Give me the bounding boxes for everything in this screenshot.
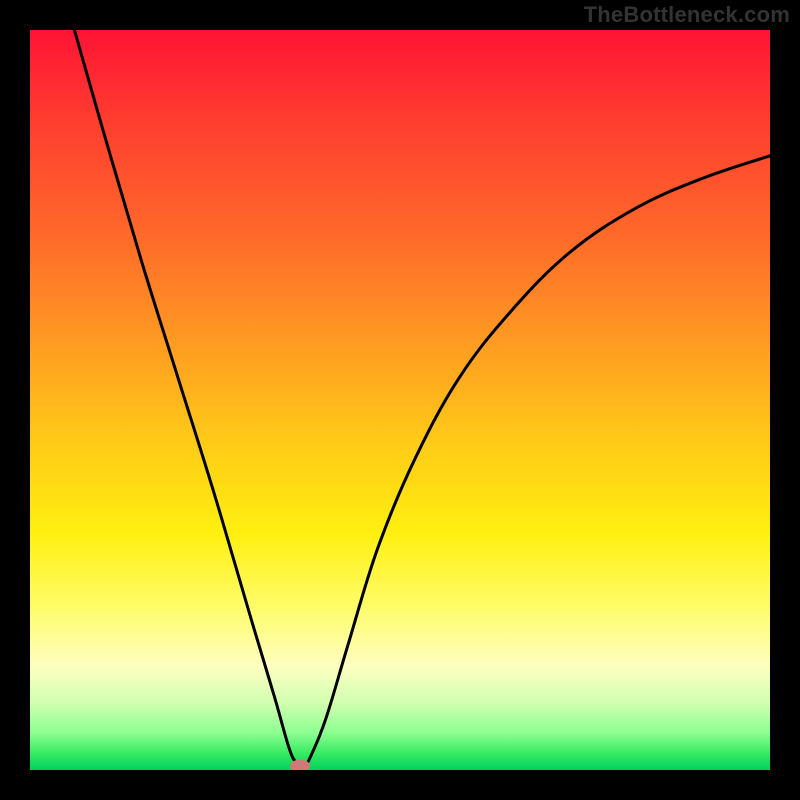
curve-layer	[30, 30, 770, 770]
plot-area	[30, 30, 770, 770]
bottleneck-curve	[74, 30, 770, 767]
chart-frame: TheBottleneck.com	[0, 0, 800, 800]
watermark-text: TheBottleneck.com	[584, 2, 790, 28]
optimal-marker	[290, 760, 310, 770]
